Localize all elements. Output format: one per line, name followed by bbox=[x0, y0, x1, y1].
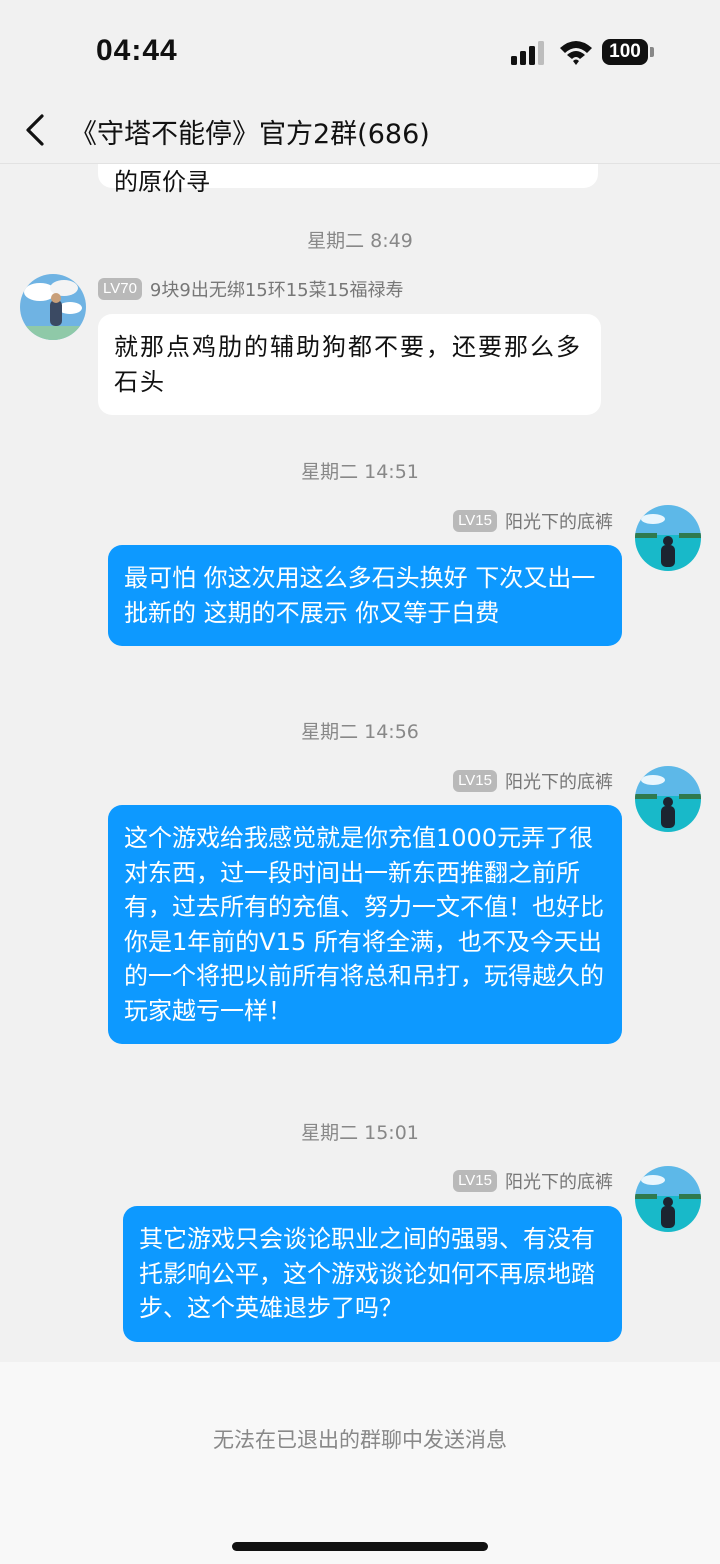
cannot-send-notice: 无法在已退出的群聊中发送消息 bbox=[213, 1428, 507, 1452]
message-bubble-outgoing[interactable]: 这个游戏给我感觉就是你充值1000元弄了很对东西，过一段时间出一新东西推翻之前所… bbox=[108, 805, 622, 1044]
status-bar: 04:44 100 bbox=[0, 0, 720, 100]
chat-message-list[interactable]: 的原价寻 星期二 8:49 LV70 9块9出无绑15环15菜15福禄寿 就那点… bbox=[0, 164, 720, 1362]
message-timestamp: 星期二 14:51 bbox=[301, 461, 419, 483]
battery-tip bbox=[650, 47, 654, 57]
sender-meta: LV15 阳光下的底裤 bbox=[453, 1168, 613, 1194]
level-badge: LV15 bbox=[453, 1170, 497, 1192]
sender-name: 阳光下的底裤 bbox=[505, 1172, 613, 1193]
cellular-signal-icon bbox=[511, 41, 544, 65]
sender-meta: LV15 阳光下的底裤 bbox=[453, 768, 613, 794]
level-badge: LV15 bbox=[453, 510, 497, 532]
message-timestamp: 星期二 15:01 bbox=[301, 1122, 419, 1144]
avatar[interactable] bbox=[20, 274, 86, 340]
avatar[interactable] bbox=[635, 505, 701, 571]
message-timestamp: 星期二 8:49 bbox=[307, 230, 413, 252]
avatar[interactable] bbox=[635, 1166, 701, 1232]
sender-name: 阳光下的底裤 bbox=[505, 772, 613, 793]
level-badge: LV15 bbox=[453, 770, 497, 792]
battery-icon: 100 bbox=[602, 39, 648, 65]
sender-name: 阳光下的底裤 bbox=[505, 512, 613, 533]
sender-name: 9块9出无绑15环15菜15福禄寿 bbox=[149, 280, 404, 301]
message-bubble-incoming[interactable]: 就那点鸡肋的辅助狗都不要，还要那么多石头 bbox=[98, 314, 601, 415]
home-indicator[interactable] bbox=[232, 1542, 488, 1551]
chat-title: 《守塔不能停》官方2群(686) bbox=[70, 119, 430, 150]
message-bubble-outgoing[interactable]: 最可怕 你这次用这么多石头换好 下次又出一批新的 这期的不展示 你又等于白费 bbox=[108, 545, 622, 646]
message-bubble-outgoing[interactable]: 其它游戏只会谈论职业之间的强弱、有没有托影响公平，这个游戏谈论如何不再原地踏步、… bbox=[123, 1206, 622, 1342]
avatar[interactable] bbox=[635, 766, 701, 832]
status-time: 04:44 bbox=[96, 34, 178, 67]
sender-meta: LV70 9块9出无绑15环15菜15福禄寿 bbox=[98, 276, 404, 302]
nav-bar: 《守塔不能停》官方2群(686) bbox=[0, 100, 720, 164]
wifi-icon bbox=[560, 41, 592, 65]
sender-meta: LV15 阳光下的底裤 bbox=[453, 508, 613, 534]
input-disabled-footer: 无法在已退出的群聊中发送消息 bbox=[0, 1362, 720, 1564]
message-bubble-partial[interactable]: 的原价寻 bbox=[98, 164, 598, 196]
back-chevron-icon[interactable] bbox=[20, 110, 50, 150]
message-timestamp: 星期二 14:56 bbox=[301, 721, 419, 743]
message-text: 的原价寻 bbox=[114, 168, 210, 196]
level-badge: LV70 bbox=[98, 278, 142, 300]
